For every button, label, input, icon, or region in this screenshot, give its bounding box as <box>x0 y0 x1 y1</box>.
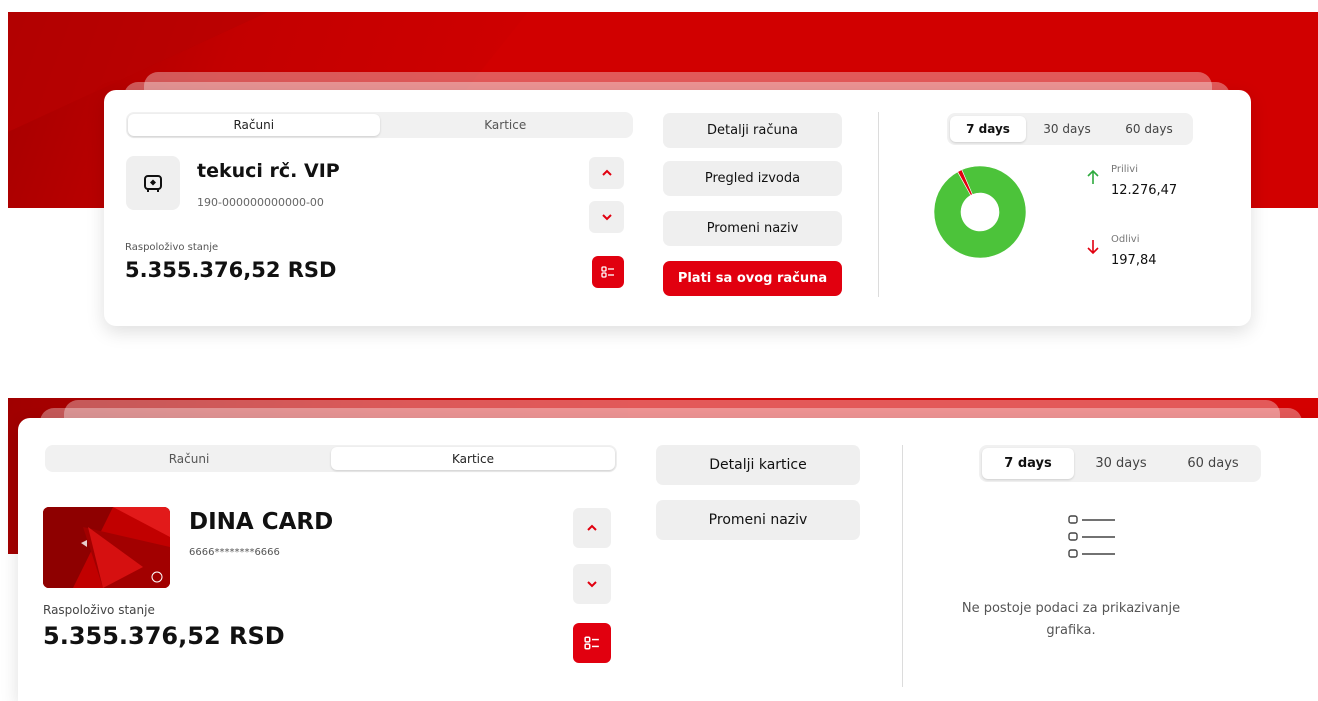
next-card-button[interactable] <box>573 564 611 604</box>
pay-from-account-button[interactable]: Plati sa ovog računa <box>663 261 842 296</box>
inflow-value: 12.276,47 <box>1111 183 1178 198</box>
donut-slice-prilivi <box>933 165 1027 259</box>
previous-card-button[interactable] <box>573 508 611 548</box>
account-type-tabs: Računi Kartice <box>45 445 617 472</box>
tab-60-days[interactable]: 60 days <box>1168 448 1258 479</box>
inflow-label: Prilivi <box>1111 164 1138 175</box>
period-tabs: 7 days 30 days 60 days <box>947 113 1193 145</box>
account-type-tabs: Računi Kartice <box>126 112 633 138</box>
chevron-down-icon <box>601 214 612 221</box>
rename-card-button[interactable]: Promeni naziv <box>656 500 860 540</box>
tab-kartice[interactable]: Kartice <box>380 114 632 136</box>
outflow-label: Odlivi <box>1111 234 1140 245</box>
tab-7-days[interactable]: 7 days <box>982 448 1074 479</box>
tab-60-days[interactable]: 60 days <box>1108 116 1190 142</box>
outflow-value: 197,84 <box>1111 253 1157 268</box>
arrow-up-icon <box>1087 169 1099 189</box>
chevron-up-icon <box>601 169 612 176</box>
account-number: 190-000000000000-00 <box>197 196 324 209</box>
empty-list-icon <box>1067 514 1119 566</box>
chevron-down-icon <box>587 581 597 588</box>
account-list-button[interactable] <box>592 256 624 288</box>
card-summary-card: Računi Kartice DINA CARD 6666********666… <box>18 418 1318 701</box>
card-name: DINA CARD <box>189 509 334 535</box>
empty-chart-message: Ne postoje podaci za prikazivanje grafik… <box>961 601 1181 638</box>
account-summary-card: Računi Kartice tekuci rč. VIP 190-000000… <box>104 90 1251 326</box>
card-balance: 5.355.376,52 RSD <box>43 622 285 650</box>
statements-button[interactable]: Pregled izvoda <box>663 161 842 196</box>
card-number: 6666********6666 <box>189 547 280 558</box>
previous-account-button[interactable] <box>589 157 624 189</box>
balance-label: Raspoloživo stanje <box>43 603 155 617</box>
period-tabs: 7 days 30 days 60 days <box>979 445 1261 482</box>
balance-label: Raspoloživo stanje <box>125 242 219 253</box>
arrow-down-icon <box>1087 239 1099 259</box>
panel-divider <box>878 112 879 297</box>
tab-7-days[interactable]: 7 days <box>950 116 1026 142</box>
chevron-up-icon <box>587 524 597 531</box>
list-icon <box>601 266 614 278</box>
wallet-icon <box>126 156 180 210</box>
tab-kartice[interactable]: Kartice <box>331 447 615 470</box>
tab-racuni[interactable]: Računi <box>47 447 331 470</box>
tab-racuni[interactable]: Računi <box>128 114 380 136</box>
cashflow-donut-chart <box>933 165 1027 259</box>
list-icon <box>584 636 599 650</box>
account-details-button[interactable]: Detalji računa <box>663 113 842 148</box>
account-name: tekuci rč. VIP <box>197 160 340 182</box>
tab-30-days[interactable]: 30 days <box>1026 116 1108 142</box>
account-balance: 5.355.376,52 RSD <box>125 258 337 282</box>
screenshot-stage: Računi Kartice tekuci rč. VIP 190-000000… <box>0 0 1318 701</box>
panel-divider <box>902 445 903 687</box>
rename-account-button[interactable]: Promeni naziv <box>663 211 842 246</box>
card-list-button[interactable] <box>573 623 611 663</box>
next-account-button[interactable] <box>589 201 624 233</box>
card-details-button[interactable]: Detalji kartice <box>656 445 860 485</box>
tab-30-days[interactable]: 30 days <box>1074 448 1168 479</box>
card-image <box>43 507 170 588</box>
